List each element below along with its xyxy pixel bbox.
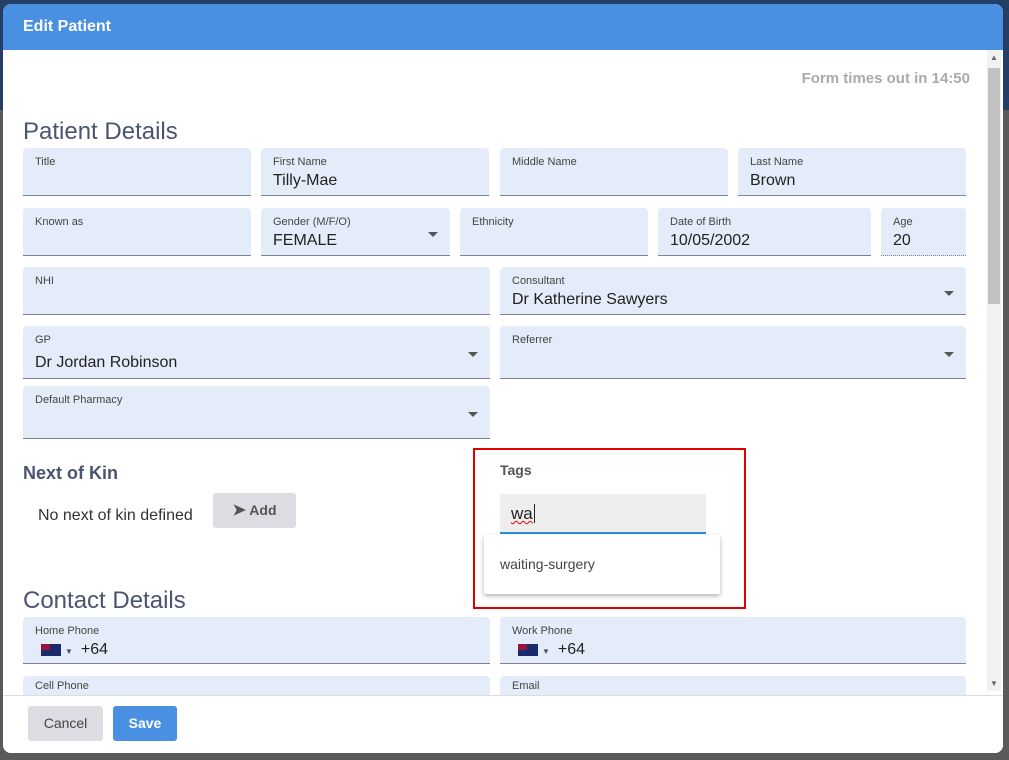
dialog-body: Form times out in 14:50 Patient Details …: [3, 50, 1003, 695]
home-phone-field[interactable]: Home Phone ▼ +64: [23, 617, 490, 664]
nz-flag-icon[interactable]: [518, 643, 538, 656]
dob-field[interactable]: Date of Birth 10/05/2002: [658, 208, 871, 256]
field-value: 10/05/2002: [670, 232, 751, 249]
pharmacy-select[interactable]: Default Pharmacy: [23, 386, 490, 439]
gender-select[interactable]: Gender (M/F/O) FEMALE: [261, 208, 450, 256]
field-label: NHI: [35, 275, 54, 287]
work-phone-field[interactable]: Work Phone ▼ +64: [500, 617, 966, 664]
field-label: Home Phone: [35, 625, 100, 637]
nz-flag-icon[interactable]: [41, 643, 61, 656]
timeout-text: Form times out in 14:50: [801, 70, 970, 87]
field-label: GP: [35, 334, 51, 346]
no-kin-text: No next of kin defined: [38, 507, 193, 524]
chevron-down-icon: [944, 290, 954, 296]
field-value: FEMALE: [273, 232, 338, 249]
scrollbar-thumb[interactable]: [988, 68, 1000, 304]
consultant-select[interactable]: Consultant Dr Katherine Sawyers: [500, 267, 966, 315]
field-value: Dr Katherine Sawyers: [512, 291, 668, 308]
tags-label: Tags: [500, 462, 532, 478]
field-label: Known as: [35, 216, 84, 228]
field-value: Tilly-Mae: [273, 172, 338, 189]
field-label: Middle Name: [512, 156, 577, 168]
nhi-field[interactable]: NHI: [23, 267, 490, 315]
cell-phone-field[interactable]: Cell Phone: [23, 676, 490, 695]
field-label: Gender (M/F/O): [273, 216, 351, 228]
last-name-field[interactable]: Last Name Brown: [738, 148, 966, 196]
ethnicity-field[interactable]: Ethnicity: [460, 208, 648, 256]
referrer-select[interactable]: Referrer: [500, 326, 966, 379]
dialog-footer: Cancel Save: [3, 695, 1003, 753]
field-label: Cell Phone: [35, 680, 89, 692]
button-label: Add: [249, 502, 277, 518]
field-label: Ethnicity: [472, 216, 514, 228]
field-label: Work Phone: [512, 625, 573, 637]
tags-suggestions: waiting-surgery: [484, 535, 720, 594]
add-kin-button[interactable]: ➤ Add: [213, 493, 296, 528]
tags-input[interactable]: wa: [500, 494, 706, 534]
chevron-down-icon: ▼: [65, 647, 73, 656]
gp-select[interactable]: GP Dr Jordan Robinson: [23, 326, 490, 379]
save-button[interactable]: Save: [113, 706, 177, 741]
field-value: +64: [557, 641, 586, 658]
patient-details-heading: Patient Details: [23, 118, 178, 145]
cancel-button[interactable]: Cancel: [28, 706, 103, 741]
field-label: Consultant: [512, 275, 565, 287]
field-value: Brown: [750, 172, 796, 189]
first-name-field[interactable]: First Name Tilly-Mae: [261, 148, 489, 196]
edit-patient-dialog: Edit Patient Form times out in 14:50 Pat…: [3, 4, 1003, 753]
scrollbar[interactable]: ▲ ▼: [987, 50, 1001, 691]
chevron-down-icon: [468, 352, 478, 357]
tags-input-value: wa: [511, 504, 533, 523]
email-field[interactable]: Email: [500, 676, 966, 695]
chevron-down-icon: [944, 352, 954, 357]
next-of-kin-heading: Next of Kin: [23, 463, 119, 483]
field-label: Default Pharmacy: [35, 394, 123, 406]
send-icon: ➤: [232, 502, 246, 519]
field-label: Date of Birth: [670, 216, 732, 228]
suggestion-item[interactable]: waiting-surgery: [484, 535, 720, 572]
field-label: Last Name: [750, 156, 804, 168]
dialog-title: Edit Patient: [3, 4, 1003, 50]
field-label: Email: [512, 680, 540, 692]
field-value: Dr Jordan Robinson: [35, 354, 178, 371]
scroll-down-icon[interactable]: ▼: [990, 679, 998, 688]
age-field: Age 20: [881, 208, 966, 256]
known-as-field[interactable]: Known as: [23, 208, 251, 256]
contact-details-heading: Contact Details: [23, 587, 186, 614]
field-value: 20: [893, 232, 911, 249]
field-label: First Name: [273, 156, 327, 168]
field-label: Referrer: [512, 334, 553, 346]
field-value: +64: [80, 641, 109, 658]
chevron-down-icon: ▼: [542, 647, 550, 656]
title-field[interactable]: Title: [23, 148, 251, 196]
field-label: Title: [35, 156, 56, 168]
middle-name-field[interactable]: Middle Name: [500, 148, 728, 196]
chevron-down-icon: [428, 231, 438, 237]
scroll-up-icon[interactable]: ▲: [990, 53, 998, 62]
field-label: Age: [893, 216, 913, 228]
chevron-down-icon: [468, 412, 478, 417]
